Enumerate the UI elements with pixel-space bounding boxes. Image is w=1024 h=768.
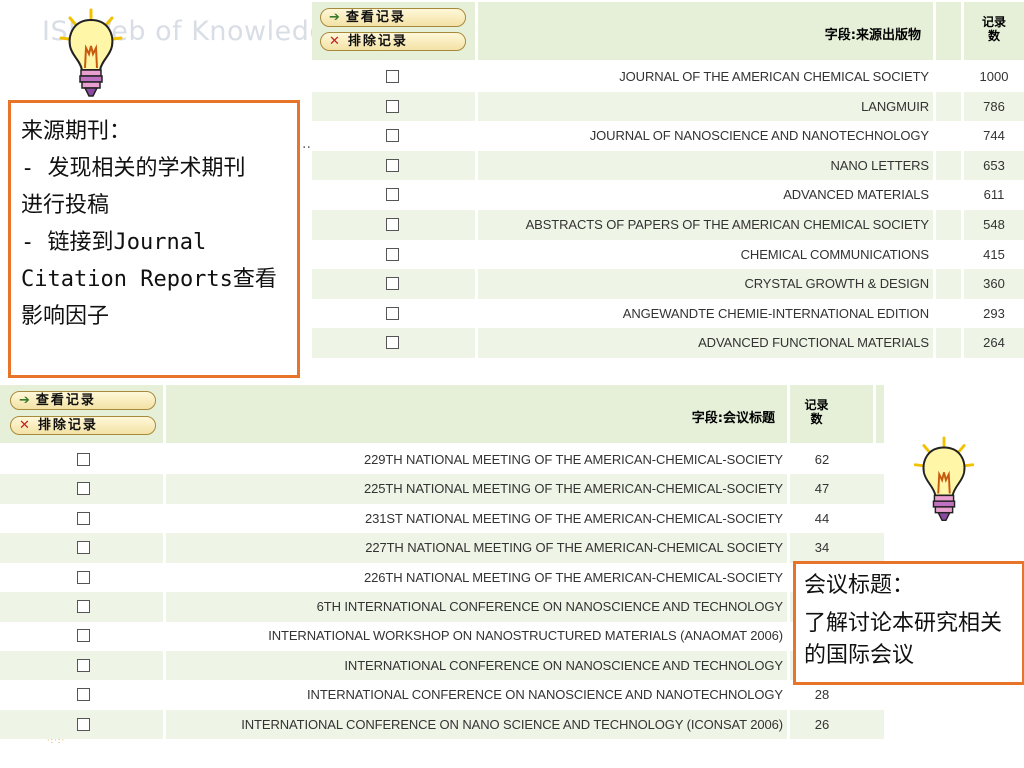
row-name[interactable]: INTERNATIONAL CONFERENCE ON NANOSCIENCE …: [344, 658, 783, 673]
table-row: INTERNATIONAL CONFERENCE ON NANO SCIENCE…: [0, 709, 884, 740]
table-row: INTERNATIONAL WORKSHOP ON NANOSTRUCTURED…: [0, 621, 884, 651]
checkbox-icon[interactable]: [386, 306, 399, 320]
table-row: JOURNAL OF NANOSCIENCE AND NANOTECHNOLOG…: [312, 121, 1024, 151]
conference-table: 字段:会议标题 记录 数 ➔ 查看记录 ✕ 排除记录 229TH NATIONAL …: [0, 385, 884, 745]
row-count: 44: [814, 510, 830, 526]
row-name[interactable]: INTERNATIONAL CONFERENCE ON NANOSCIENCE …: [307, 687, 783, 702]
view-records-button[interactable]: ➔ 查看记录: [10, 391, 156, 410]
checkbox-icon[interactable]: [386, 70, 399, 83]
decorative-dots: ·:·:·: [47, 736, 66, 745]
table-row: CHEMICAL COMMUNICATIONS 415: [312, 239, 1024, 270]
row-count: 611: [983, 187, 1005, 203]
table-row: NANO LETTERS 653: [312, 150, 1024, 181]
row-count: 548: [983, 217, 1005, 232]
table-row: JOURNAL OF THE AMERICAN CHEMICAL SOCIETY…: [312, 62, 1024, 92]
row-name[interactable]: 229TH NATIONAL MEETING OF THE AMERICAN-C…: [364, 452, 783, 467]
row-count: 28: [814, 687, 830, 703]
checkbox-icon[interactable]: [77, 482, 90, 496]
row-name[interactable]: LANGMUIR: [861, 99, 929, 114]
x-icon: ✕: [329, 34, 340, 49]
table-row: 231ST NATIONAL MEETING OF THE AMERICAN-C…: [0, 503, 884, 534]
row-name[interactable]: ADVANCED FUNCTIONAL MATERIALS: [698, 335, 929, 350]
row-name[interactable]: INTERNATIONAL CONFERENCE ON NANO SCIENCE…: [241, 717, 783, 732]
journals-callout-text: 来源期刊： - 发现相关的学术期刊 进行投稿 - 链接到Journal Cita…: [21, 119, 277, 329]
row-count: 415: [983, 246, 1005, 262]
table-row: ABSTRACTS OF PAPERS OF THE AMERICAN CHEM…: [312, 210, 1024, 240]
view-records-button[interactable]: ➔ 查看记录: [320, 8, 466, 27]
checkbox-icon[interactable]: [77, 453, 90, 466]
checkbox-icon[interactable]: [77, 600, 90, 613]
row-count: 786: [983, 98, 1005, 114]
row-count: 360: [983, 276, 1005, 292]
conference-callout-text: 了解讨论本研究相关的国际会议: [804, 611, 1003, 668]
table-row: 6TH INTERNATIONAL CONFERENCE ON NANOSCIE…: [0, 592, 884, 622]
checkbox-icon[interactable]: [386, 218, 399, 231]
arrow-right-icon: ➔: [329, 10, 340, 25]
field-header: 字段:会议标题: [691, 411, 775, 426]
table-row: ADVANCED FUNCTIONAL MATERIALS 264: [312, 328, 1024, 358]
ellipsis-mark: ··: [302, 140, 311, 156]
checkbox-icon[interactable]: [386, 277, 399, 291]
checkbox-icon[interactable]: [77, 688, 90, 702]
table-row: 226TH NATIONAL MEETING OF THE AMERICAN-C…: [0, 562, 884, 593]
lightbulb-icon: [58, 8, 124, 108]
checkbox-icon[interactable]: [77, 629, 90, 643]
table-row: LANGMUIR 786: [312, 91, 1024, 122]
row-name[interactable]: CRYSTAL GROWTH & DESIGN: [744, 276, 929, 291]
row-name[interactable]: 6TH INTERNATIONAL CONFERENCE ON NANOSCIE…: [317, 599, 783, 614]
checkbox-icon[interactable]: [386, 99, 399, 113]
table-row: INTERNATIONAL CONFERENCE ON NANOSCIENCE …: [0, 680, 884, 710]
checkbox-icon[interactable]: [77, 717, 90, 731]
table-row: 229TH NATIONAL MEETING OF THE AMERICAN-C…: [0, 445, 884, 475]
row-count: 34: [814, 540, 830, 556]
arrow-right-icon: ➔: [19, 393, 30, 408]
count-header: 记录 数: [804, 398, 829, 426]
row-name[interactable]: ABSTRACTS OF PAPERS OF THE AMERICAN CHEM…: [526, 217, 930, 232]
row-name[interactable]: 227TH NATIONAL MEETING OF THE AMERICAN-C…: [365, 540, 783, 555]
table-row: 225TH NATIONAL MEETING OF THE AMERICAN-C…: [0, 474, 884, 504]
journals-callout: 来源期刊： - 发现相关的学术期刊 进行投稿 - 链接到Journal Cita…: [8, 100, 300, 378]
checkbox-icon[interactable]: [77, 658, 90, 672]
row-count: 62: [814, 452, 830, 467]
row-name[interactable]: 226TH NATIONAL MEETING OF THE AMERICAN-C…: [364, 570, 783, 585]
row-name[interactable]: ADVANCED MATERIALS: [783, 187, 929, 202]
row-count: 26: [814, 716, 830, 732]
checkbox-icon[interactable]: [77, 570, 90, 584]
conference-callout-heading: 会议标题：: [804, 573, 915, 598]
row-count: 653: [983, 157, 1005, 173]
table-row: ADVANCED MATERIALS 611: [312, 180, 1024, 210]
row-name[interactable]: INTERNATIONAL WORKSHOP ON NANOSTRUCTURED…: [268, 628, 783, 643]
checkbox-icon[interactable]: [77, 541, 90, 555]
checkbox-icon[interactable]: [386, 129, 399, 143]
row-count: 47: [814, 481, 830, 497]
row-name[interactable]: JOURNAL OF NANOSCIENCE AND NANOTECHNOLOG…: [590, 128, 929, 143]
lightbulb-icon: [906, 436, 982, 532]
table-row: 227TH NATIONAL MEETING OF THE AMERICAN-C…: [0, 533, 884, 563]
row-count: 744: [983, 128, 1005, 144]
journals-table: 字段:来源出版物 记录 数 ➔ 查看记录 ✕ 排除记录 JOURNAL OF THE…: [312, 2, 1024, 362]
checkbox-icon[interactable]: [386, 188, 399, 202]
conference-callout: 会议标题： 了解讨论本研究相关的国际会议: [793, 561, 1024, 685]
row-name[interactable]: JOURNAL OF THE AMERICAN CHEMICAL SOCIETY: [619, 69, 929, 84]
table-row: ANGEWANDTE CHEMIE-INTERNATIONAL EDITION 2…: [312, 298, 1024, 329]
checkbox-icon[interactable]: [386, 336, 399, 350]
checkbox-icon[interactable]: [386, 247, 399, 261]
row-count: 1000: [979, 69, 1009, 84]
x-icon: ✕: [19, 418, 30, 433]
row-count: 264: [983, 335, 1005, 351]
count-header: 记录 数: [981, 15, 1006, 43]
table-row: CRYSTAL GROWTH & DESIGN 360: [312, 269, 1024, 299]
checkbox-icon[interactable]: [386, 158, 399, 172]
row-count: 293: [983, 305, 1005, 321]
exclude-records-button[interactable]: ✕ 排除记录: [320, 32, 466, 51]
table-row: INTERNATIONAL CONFERENCE ON NANOSCIENCE …: [0, 650, 884, 681]
row-name[interactable]: ANGEWANDTE CHEMIE-INTERNATIONAL EDITION: [623, 306, 929, 321]
field-header: 字段:来源出版物: [824, 28, 921, 43]
exclude-records-button[interactable]: ✕ 排除记录: [10, 416, 156, 435]
row-name[interactable]: NANO LETTERS: [831, 158, 930, 173]
checkbox-icon[interactable]: [77, 511, 90, 525]
row-name[interactable]: 231ST NATIONAL MEETING OF THE AMERICAN-C…: [365, 511, 783, 526]
row-name[interactable]: 225TH NATIONAL MEETING OF THE AMERICAN-C…: [364, 481, 783, 496]
row-name[interactable]: CHEMICAL COMMUNICATIONS: [741, 247, 929, 262]
